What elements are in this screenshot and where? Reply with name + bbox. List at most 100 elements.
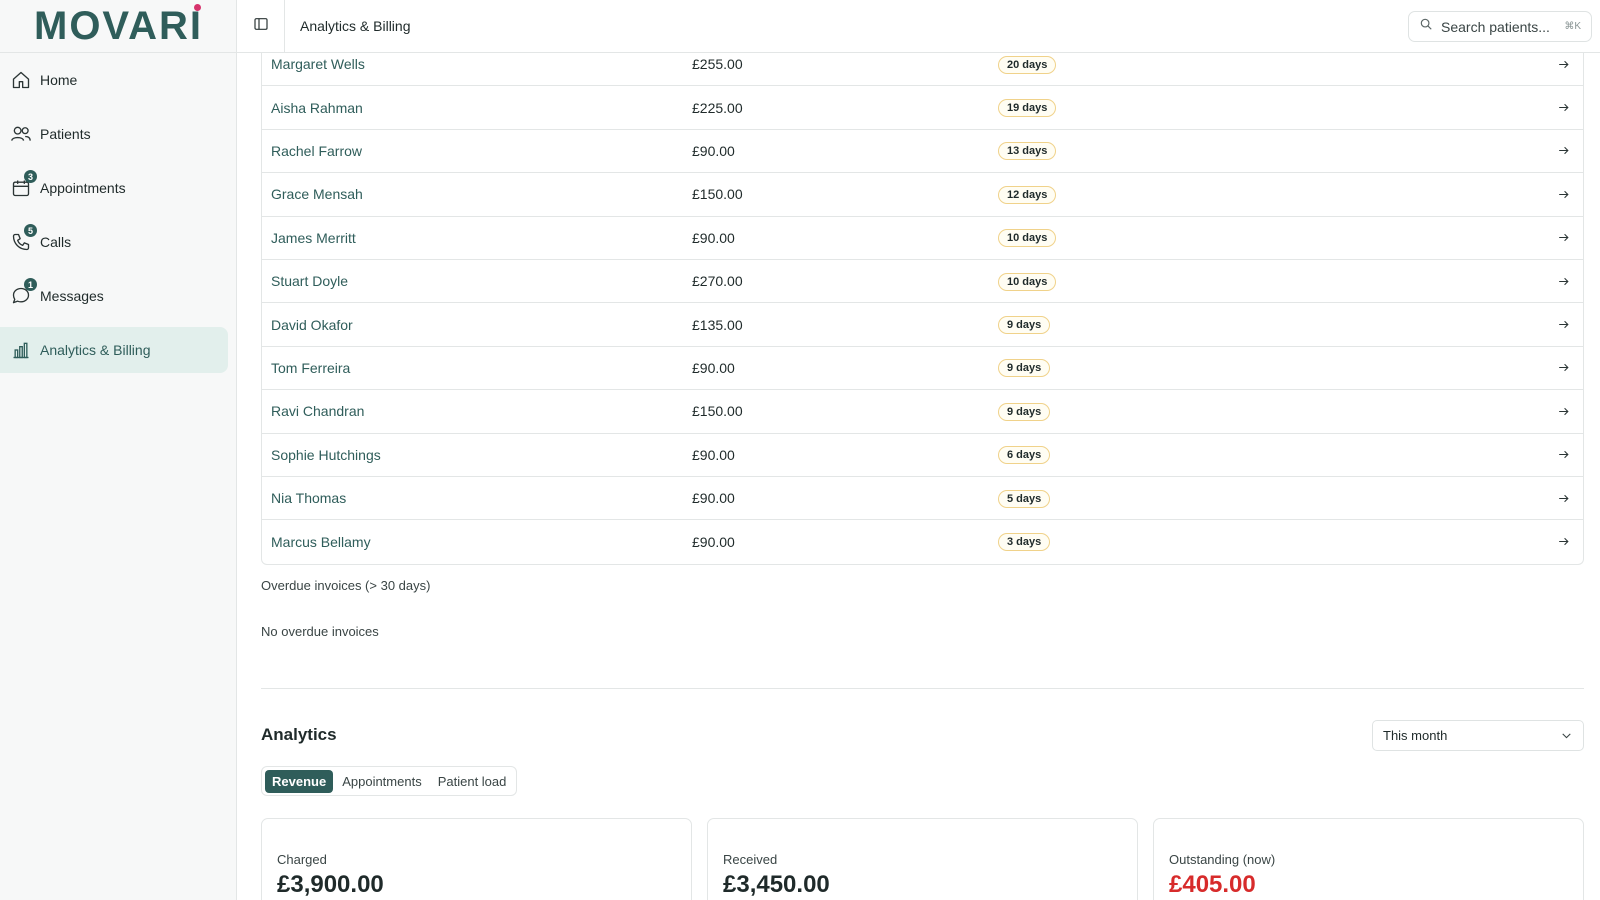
sidebar: MOVARI Home Patients 3 Appointments 5 Ca… <box>0 0 237 900</box>
card-value: £405.00 <box>1169 871 1256 898</box>
arrow-right-icon <box>1558 407 1569 415</box>
brand-logo[interactable]: MOVARI <box>34 4 203 46</box>
invoice-amount: £255.00 <box>692 56 743 73</box>
users-icon <box>10 123 32 145</box>
patient-name-link[interactable]: Marcus Bellamy <box>262 534 692 550</box>
tab-revenue[interactable]: Revenue <box>265 769 334 793</box>
row-open-button[interactable] <box>1543 275 1583 288</box>
arrow-right-icon <box>1558 451 1569 459</box>
sidebar-item-calls[interactable]: 5 Calls <box>0 219 228 265</box>
search-box[interactable]: ⌘K <box>1408 11 1592 42</box>
days-outstanding-badge: 19 days <box>998 99 1057 118</box>
sidebar-item-label: Calls <box>40 234 72 250</box>
invoice-amount: £90.00 <box>692 533 735 550</box>
table-row[interactable]: Aisha Rahman £225.00 19 days <box>262 86 1583 130</box>
sidebar-item-label: Home <box>40 72 78 88</box>
sidebar-item-messages[interactable]: 1 Messages <box>0 273 228 319</box>
table-row[interactable]: Nia Thomas £90.00 5 days <box>262 477 1583 521</box>
patient-name-link[interactable]: James Merritt <box>262 230 692 246</box>
sidebar-toggle-button[interactable] <box>237 0 285 53</box>
row-open-button[interactable] <box>1543 58 1583 71</box>
row-open-button[interactable] <box>1543 101 1583 114</box>
top-bar: Analytics & Billing ⌘K <box>237 0 1600 53</box>
table-row[interactable]: Marcus Bellamy £90.00 3 days <box>262 520 1583 563</box>
revenue-summary-cards: Charged £3,900.00 Received £3,450.00 Out… <box>261 818 1584 900</box>
days-outstanding-badge: 5 days <box>998 489 1051 508</box>
card-label: Outstanding (now) <box>1169 852 1276 867</box>
table-row[interactable]: Rachel Farrow £90.00 13 days <box>262 130 1583 174</box>
row-open-button[interactable] <box>1543 318 1583 331</box>
bar-chart-icon <box>10 339 32 361</box>
search-shortcut-hint: ⌘K <box>1564 21 1581 32</box>
arrow-right-icon <box>1558 60 1569 68</box>
arrow-right-icon <box>1558 147 1569 155</box>
arrow-right-icon <box>1558 320 1569 329</box>
section-divider <box>261 688 1584 689</box>
logo-bar: MOVARI <box>0 0 236 53</box>
table-row[interactable]: Margaret Wells £255.00 20 days <box>262 53 1583 87</box>
row-open-button[interactable] <box>1543 188 1583 201</box>
card-label: Charged <box>277 852 327 867</box>
patient-name-link[interactable]: David Okafor <box>262 317 692 333</box>
overdue-empty-state: No overdue invoices <box>261 624 379 639</box>
patient-name-link[interactable]: Tom Ferreira <box>262 360 692 376</box>
row-open-button[interactable] <box>1543 492 1583 505</box>
sidebar-item-appointments[interactable]: 3 Appointments <box>0 165 228 211</box>
outstanding-card: Outstanding (now) £405.00 <box>1153 818 1584 900</box>
row-open-button[interactable] <box>1543 448 1583 461</box>
sidebar-item-label: Patients <box>40 126 91 142</box>
home-icon <box>10 69 32 91</box>
patient-name-link[interactable]: Stuart Doyle <box>262 273 692 289</box>
search-input[interactable] <box>1441 18 1559 35</box>
row-open-button[interactable] <box>1543 535 1583 548</box>
notification-badge: 3 <box>24 170 37 183</box>
row-open-button[interactable] <box>1543 144 1583 157</box>
days-outstanding-badge: 3 days <box>998 533 1051 552</box>
tab-patient-load[interactable]: Patient load <box>431 770 514 793</box>
days-outstanding-badge: 20 days <box>998 55 1057 74</box>
arrow-right-icon <box>1558 494 1569 502</box>
period-select[interactable]: This month <box>1372 720 1584 751</box>
analytics-tabs: Revenue Appointments Patient load <box>261 766 518 796</box>
table-row[interactable]: James Merritt £90.00 10 days <box>262 217 1583 260</box>
sidebar-item-label: Messages <box>40 288 104 304</box>
overdue-section-title: Overdue invoices (> 30 days) <box>261 578 431 593</box>
sidebar-item-label: Analytics & Billing <box>40 342 151 358</box>
table-row[interactable]: Stuart Doyle £270.00 10 days <box>262 260 1583 304</box>
days-outstanding-badge: 10 days <box>998 272 1057 291</box>
invoice-amount: £225.00 <box>692 99 743 116</box>
sidebar-item-patients[interactable]: Patients <box>0 111 228 157</box>
patient-name-link[interactable]: Aisha Rahman <box>262 100 692 116</box>
patient-name-link[interactable]: Rachel Farrow <box>262 143 692 159</box>
patient-name-link[interactable]: Grace Mensah <box>262 186 692 202</box>
arrow-right-icon <box>1558 364 1569 372</box>
patient-name-link[interactable]: Nia Thomas <box>262 490 692 506</box>
table-row[interactable]: Tom Ferreira £90.00 9 days <box>262 347 1583 391</box>
invoice-amount: £90.00 <box>692 142 735 159</box>
arrow-right-icon <box>1558 190 1569 198</box>
days-outstanding-badge: 12 days <box>998 185 1057 204</box>
tab-appointments[interactable]: Appointments <box>335 770 429 793</box>
outstanding-invoices-table: Margaret Wells £255.00 20 days Aisha Rah… <box>261 53 1584 565</box>
card-value: £3,900.00 <box>277 871 384 898</box>
arrow-right-icon <box>1558 234 1569 242</box>
invoice-amount: £90.00 <box>692 359 735 376</box>
period-select-value: This month <box>1383 728 1448 743</box>
invoice-amount: £90.00 <box>692 229 735 246</box>
sidebar-item-home[interactable]: Home <box>0 57 228 103</box>
arrow-right-icon <box>1558 103 1569 112</box>
table-row[interactable]: Ravi Chandran £150.00 9 days <box>262 390 1583 434</box>
row-open-button[interactable] <box>1543 405 1583 418</box>
row-open-button[interactable] <box>1543 231 1583 244</box>
main-content: Margaret Wells £255.00 20 days Aisha Rah… <box>237 53 1600 900</box>
sidebar-item-analytics-billing[interactable]: Analytics & Billing <box>0 327 228 373</box>
patient-name-link[interactable]: Ravi Chandran <box>262 403 692 419</box>
table-row[interactable]: Grace Mensah £150.00 12 days <box>262 173 1583 217</box>
arrow-right-icon <box>1558 538 1569 546</box>
row-open-button[interactable] <box>1543 361 1583 374</box>
days-outstanding-badge: 9 days <box>998 359 1051 378</box>
patient-name-link[interactable]: Margaret Wells <box>262 56 692 72</box>
table-row[interactable]: Sophie Hutchings £90.00 6 days <box>262 434 1583 477</box>
table-row[interactable]: David Okafor £135.00 9 days <box>262 303 1583 347</box>
patient-name-link[interactable]: Sophie Hutchings <box>262 447 692 463</box>
